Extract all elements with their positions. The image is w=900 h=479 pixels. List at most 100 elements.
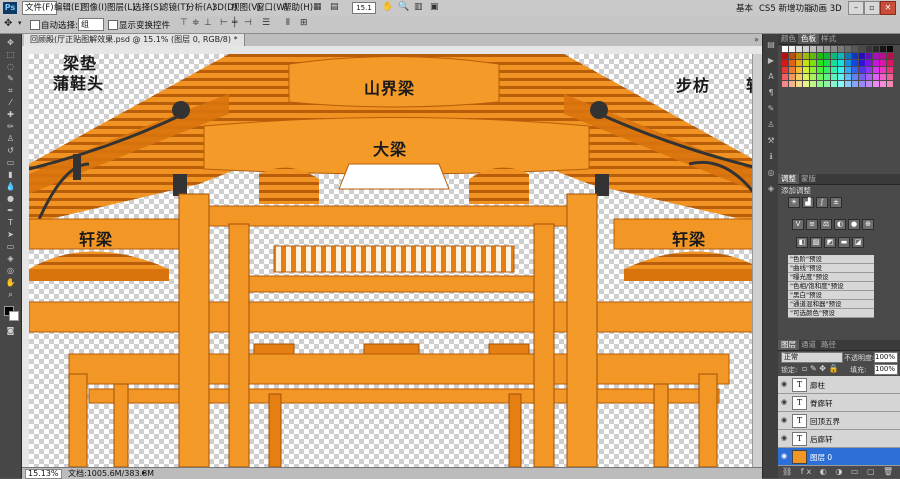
document-canvas[interactable]: 梁垫 蒲鞋头 山界梁 步枋 轩 大梁 轩梁 轩梁 xyxy=(29,54,762,467)
color-swatch[interactable] xyxy=(789,67,795,73)
color-swatch[interactable] xyxy=(852,53,858,59)
lock-icons[interactable]: ▫ ✎ ✥ 🔒 xyxy=(802,364,838,373)
tab-menu-icon[interactable]: » xyxy=(754,35,759,44)
zoom-level-field[interactable]: 15.1 xyxy=(352,2,376,14)
color-swatch[interactable] xyxy=(803,67,809,73)
info-panel-icon[interactable]: ℹ xyxy=(766,152,776,161)
color-swatch[interactable] xyxy=(810,53,816,59)
color-swatch[interactable] xyxy=(880,60,886,66)
color-swatch[interactable] xyxy=(789,74,795,80)
path-select-icon[interactable]: ➤ xyxy=(4,230,17,239)
marquee-tool-icon[interactable]: ⬚ xyxy=(4,50,17,59)
color-swatch[interactable] xyxy=(873,81,879,87)
color-swatch[interactable] xyxy=(810,81,816,87)
color-balance-icon[interactable]: ⚖ xyxy=(820,219,832,230)
tab-adjustments[interactable]: 调整 xyxy=(778,174,799,184)
color-swatch[interactable] xyxy=(880,53,886,59)
gradient-tool-icon[interactable]: ▮ xyxy=(4,170,17,179)
color-swatch[interactable] xyxy=(789,46,795,52)
color-swatch[interactable] xyxy=(782,46,788,52)
3d-rotate-icon[interactable]: ◈ xyxy=(4,254,17,263)
color-swatch[interactable] xyxy=(859,60,865,66)
color-swatch[interactable] xyxy=(852,81,858,87)
bridge-icon[interactable]: ▦ xyxy=(313,2,322,12)
color-swatch[interactable] xyxy=(873,53,879,59)
selective-color-icon[interactable]: ◪ xyxy=(852,237,864,248)
menu-image[interactable]: 图像(I) xyxy=(81,2,107,14)
history-panel-icon[interactable]: ▤ xyxy=(766,40,776,49)
color-swatch[interactable] xyxy=(859,74,865,80)
color-swatch[interactable] xyxy=(824,46,830,52)
crop-tool-icon[interactable]: ⌗ xyxy=(4,86,17,95)
exposure-icon[interactable]: ± xyxy=(830,197,842,208)
fill-field[interactable]: 100% xyxy=(874,364,898,375)
color-swatch[interactable] xyxy=(796,53,802,59)
zoom-tool-icon[interactable]: ⌕ xyxy=(4,290,17,299)
gradient-map-icon[interactable]: ▬ xyxy=(838,237,850,248)
color-swatch[interactable] xyxy=(789,60,795,66)
levels-icon[interactable]: ▟ xyxy=(802,197,814,208)
tab-color[interactable]: 颜色 xyxy=(778,34,799,44)
menu-help[interactable]: 帮助(H) xyxy=(283,2,313,14)
arrange-icon[interactable]: ▥ xyxy=(414,2,423,12)
color-swatch[interactable] xyxy=(887,60,893,66)
color-swatch[interactable] xyxy=(887,81,893,87)
color-swatch[interactable] xyxy=(817,46,823,52)
color-swatch[interactable] xyxy=(824,74,830,80)
brush-tool-icon[interactable]: ✏ xyxy=(4,122,17,131)
color-swatch[interactable] xyxy=(817,67,823,73)
eye-icon[interactable]: ◉ xyxy=(781,417,788,424)
navigator-panel-icon[interactable]: ◎ xyxy=(766,168,776,177)
workspace-cs5[interactable]: CS5 新增功能 xyxy=(759,2,812,14)
color-swatch[interactable] xyxy=(817,81,823,87)
color-swatch[interactable] xyxy=(824,60,830,66)
menu-layer[interactable]: 图层(L) xyxy=(107,2,135,14)
color-swatch[interactable] xyxy=(831,67,837,73)
color-swatch[interactable] xyxy=(859,46,865,52)
align-vcenter-icon[interactable]: ≑ xyxy=(192,18,200,28)
color-swatch[interactable] xyxy=(824,67,830,73)
color-swatch[interactable] xyxy=(845,74,851,80)
color-swatch[interactable] xyxy=(845,81,851,87)
align-bottom-icon[interactable]: ⊥ xyxy=(204,18,212,28)
color-swatch[interactable] xyxy=(810,67,816,73)
actions-panel-icon[interactable]: ▶ xyxy=(766,56,776,65)
document-tab[interactable]: 回顾殿(厅正贴图解效果.psd @ 15.1% (图层 0, RGB/8) * xyxy=(24,34,245,46)
color-swatch[interactable] xyxy=(789,53,795,59)
layer-row[interactable]: ◉ T 廊柱 xyxy=(778,376,900,394)
status-arrow-icon[interactable]: ▸ xyxy=(142,468,146,477)
color-swatch[interactable] xyxy=(831,74,837,80)
threshold-icon[interactable]: ◩ xyxy=(824,237,836,248)
color-swatch[interactable] xyxy=(859,67,865,73)
color-swatch[interactable] xyxy=(817,53,823,59)
align-hcenter-icon[interactable]: ╪ xyxy=(232,18,237,28)
menu-edit[interactable]: 编辑(E) xyxy=(54,2,83,14)
color-swatch[interactable] xyxy=(810,46,816,52)
color-swatch[interactable] xyxy=(852,74,858,80)
hue-sat-icon[interactable]: ≡ xyxy=(806,219,818,230)
color-swatch[interactable] xyxy=(866,46,872,52)
photo-filter-icon[interactable]: ● xyxy=(848,219,860,230)
align-left-icon[interactable]: ⊢ xyxy=(220,18,228,28)
close-button[interactable]: ✕ xyxy=(880,1,896,15)
tab-layers[interactable]: 图层 xyxy=(778,340,799,350)
color-swatch[interactable] xyxy=(796,81,802,87)
color-swatch[interactable] xyxy=(803,81,809,87)
layer-row[interactable]: ◉ T 后廊轩 xyxy=(778,430,900,448)
color-swatch[interactable] xyxy=(789,81,795,87)
blend-mode-dropdown[interactable]: 正常 xyxy=(781,352,843,363)
blur-tool-icon[interactable]: 💧 xyxy=(4,182,17,191)
color-swatch[interactable] xyxy=(852,46,858,52)
menu-select[interactable]: 选择(S) xyxy=(133,2,162,14)
color-swatch[interactable] xyxy=(782,81,788,87)
tab-masks[interactable]: 蒙版 xyxy=(798,174,819,184)
pen-tool-icon[interactable]: ✒ xyxy=(4,206,17,215)
color-swatch[interactable] xyxy=(873,67,879,73)
color-swatch[interactable] xyxy=(866,60,872,66)
eye-icon[interactable]: ◉ xyxy=(781,381,788,388)
channel-mixer-icon[interactable]: ⊕ xyxy=(862,219,874,230)
screen-mode-icon[interactable]: ▣ xyxy=(430,2,439,12)
clone-stamp-icon[interactable]: ♙ xyxy=(4,134,17,143)
eye-icon[interactable]: ◉ xyxy=(781,435,788,442)
color-swatch[interactable] xyxy=(782,74,788,80)
